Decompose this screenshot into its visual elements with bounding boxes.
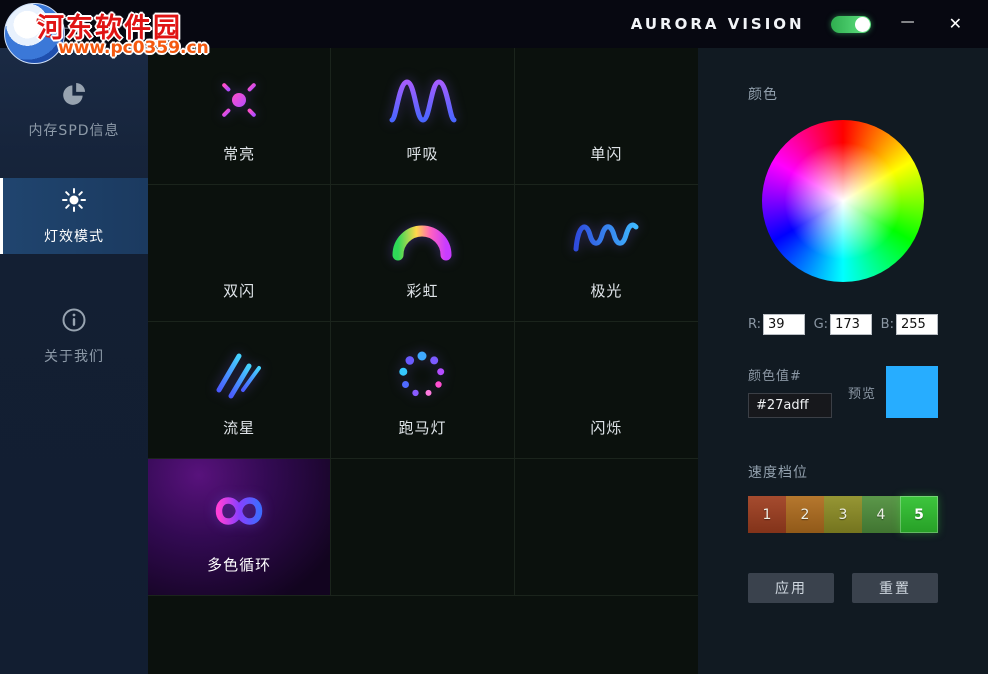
sidebar-item-about[interactable]: 关于我们 [0, 298, 148, 374]
mode-tile-rainbow[interactable]: 彩虹 [331, 185, 514, 322]
steady-on-icon [207, 68, 271, 132]
meteor-icon [203, 342, 275, 406]
color-section-title: 颜色 [748, 84, 938, 104]
lighting-mode-icon [61, 187, 87, 217]
color-preview-swatch [886, 366, 938, 418]
mode-tile-steady[interactable]: 常亮 [148, 48, 331, 185]
speed-level-5[interactable]: 5 [900, 496, 938, 533]
speed-selector: 1 2 3 4 5 [748, 496, 938, 533]
speed-level-1[interactable]: 1 [748, 496, 786, 533]
r-label: R: [748, 317, 761, 332]
g-input[interactable] [830, 314, 872, 335]
preview-label: 预览 [848, 383, 876, 402]
mode-tile-label: 流星 [223, 417, 255, 438]
b-input[interactable] [896, 314, 938, 335]
hex-row: 颜色值# 预览 [748, 365, 938, 418]
color-wheel[interactable] [762, 120, 924, 282]
hex-input[interactable] [748, 393, 832, 418]
mode-tile-multicolor-cycle[interactable]: 多色循环 [148, 459, 331, 596]
app-window: GALAX AURORA VISION — ✕ 河东软件园 www.pc0359… [0, 0, 988, 674]
breathing-icon [386, 68, 458, 132]
marquee-icon [386, 342, 458, 406]
sidebar-item-label: 灯效模式 [44, 226, 104, 246]
power-toggle[interactable] [831, 16, 871, 33]
sidebar: 内存SPD信息 灯效模式 [0, 48, 148, 674]
mode-tile-flicker[interactable]: 闪烁 [515, 322, 698, 459]
color-panel: 颜色 R: G: B: 颜色值# 预览 [698, 48, 988, 674]
rgb-inputs-row: R: G: B: [748, 314, 938, 335]
mode-tile-meteor[interactable]: 流星 [148, 322, 331, 459]
rainbow-icon [386, 205, 458, 269]
speed-section-title: 速度档位 [748, 462, 938, 482]
hex-label: 颜色值# [748, 365, 832, 384]
mode-tile-label: 极光 [590, 280, 622, 301]
titlebar: GALAX AURORA VISION — ✕ [0, 0, 988, 48]
aurora-icon [568, 205, 644, 269]
r-input[interactable] [763, 314, 805, 335]
double-flash-icon [203, 205, 275, 269]
toggle-knob [855, 17, 870, 32]
mode-tile-label: 闪烁 [590, 417, 622, 438]
sidebar-item-label: 关于我们 [44, 346, 104, 366]
speed-level-2[interactable]: 2 [786, 496, 824, 533]
mode-tile-label: 呼吸 [406, 143, 438, 164]
speed-level-3[interactable]: 3 [824, 496, 862, 533]
empty-cell [515, 459, 698, 596]
mode-tile-label: 彩虹 [406, 280, 438, 301]
memory-spd-icon [61, 81, 87, 111]
g-label: G: [814, 317, 828, 332]
multicolor-cycle-icon [195, 479, 283, 543]
mode-tile-label: 单闪 [590, 143, 622, 164]
single-flash-icon [570, 68, 642, 132]
b-label: B: [881, 317, 894, 332]
titlebar-controls: AURORA VISION — ✕ [631, 0, 988, 48]
galax-logo: GALAX [18, 0, 114, 48]
mode-tile-breathing[interactable]: 呼吸 [331, 48, 514, 185]
sidebar-item-label: 内存SPD信息 [28, 120, 119, 140]
mode-tile-label: 常亮 [223, 143, 255, 164]
apply-button[interactable]: 应用 [748, 573, 834, 603]
mode-tile-aurora[interactable]: 极光 [515, 185, 698, 322]
flicker-icon [570, 342, 642, 406]
mode-tile-double-flash[interactable]: 双闪 [148, 185, 331, 322]
minimize-button[interactable]: — [897, 11, 919, 33]
lighting-mode-grid: 常亮 呼吸 [148, 48, 698, 674]
mode-tile-single-flash[interactable]: 单闪 [515, 48, 698, 185]
reset-button[interactable]: 重置 [852, 573, 938, 603]
app-title: AURORA VISION [631, 15, 805, 33]
speed-level-4[interactable]: 4 [862, 496, 900, 533]
empty-cell [331, 459, 514, 596]
action-buttons: 应用 重置 [748, 573, 938, 603]
mode-tile-label: 跑马灯 [398, 417, 446, 438]
sidebar-item-memory-spd[interactable]: 内存SPD信息 [0, 72, 148, 148]
mode-tile-label: 双闪 [223, 280, 255, 301]
about-icon [61, 307, 87, 337]
mode-tile-marquee[interactable]: 跑马灯 [331, 322, 514, 459]
close-button[interactable]: ✕ [945, 12, 966, 36]
mode-tile-label: 多色循环 [207, 554, 271, 575]
sidebar-item-lighting-mode[interactable]: 灯效模式 [0, 178, 148, 254]
